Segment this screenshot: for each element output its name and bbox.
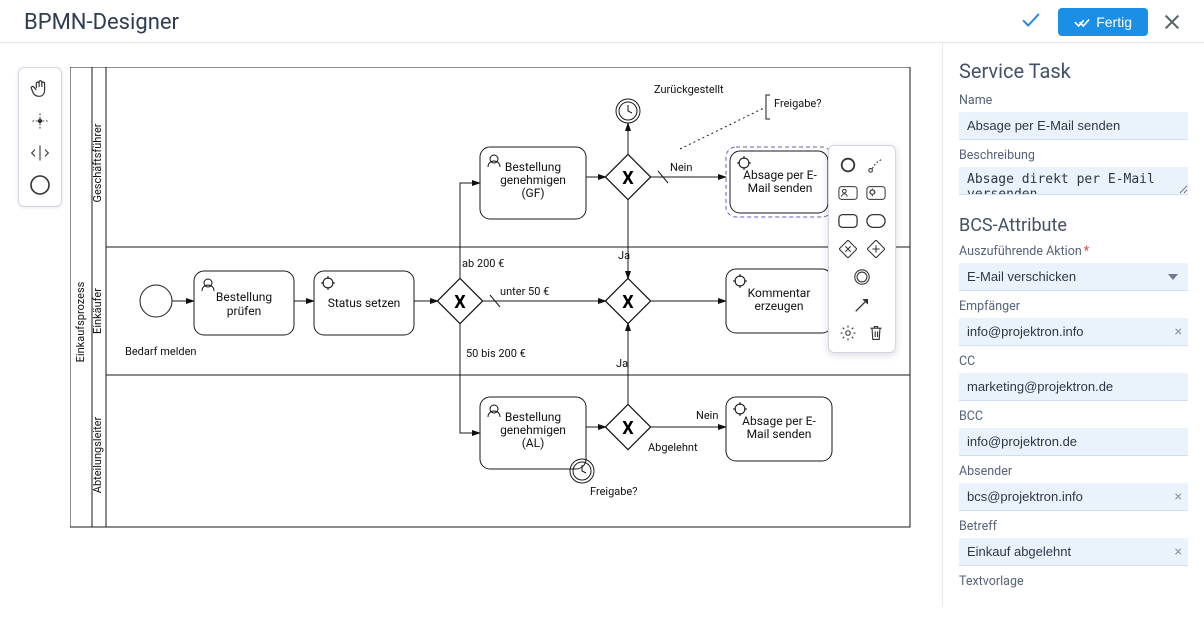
start-event-label: Bedarf melden: [125, 345, 197, 358]
page-title: BPMN-Designer: [24, 10, 179, 35]
desc-label: Beschreibung: [959, 148, 1188, 163]
task-bestellung-pruefen[interactable]: Bestellungprüfen: [194, 271, 294, 335]
pad-trash-icon[interactable]: [865, 322, 887, 344]
close-icon[interactable]: [1164, 14, 1180, 30]
lane-label: Abteilungsleiter: [91, 416, 104, 493]
clear-recipient-icon[interactable]: ×: [1175, 324, 1182, 340]
svg-text:X: X: [454, 292, 466, 313]
annotation-freigabe-al: Freigabe?: [590, 485, 637, 498]
pad-service-task-icon[interactable]: [865, 182, 887, 204]
app-header: BPMN-Designer Fertig: [0, 0, 1204, 43]
pad-task-rounded-icon[interactable]: [837, 210, 859, 232]
sender-label: Absender: [959, 464, 1188, 479]
gateway-amount-split[interactable]: X: [437, 278, 482, 323]
timer-boundary-gf[interactable]: [616, 99, 640, 123]
desc-input[interactable]: [959, 167, 1188, 195]
svg-text:Kommentarerzeugen: Kommentarerzeugen: [748, 286, 811, 313]
recipient-input[interactable]: [959, 318, 1188, 346]
attributes-title: BCS-Attribute: [959, 215, 1188, 236]
pad-wrench-icon[interactable]: [837, 322, 859, 344]
pad-task-square-icon[interactable]: [865, 210, 887, 232]
gateway-merge[interactable]: X: [605, 278, 650, 323]
bcc-input[interactable]: [959, 428, 1188, 456]
pad-arrow-icon[interactable]: [837, 294, 887, 316]
pad-end-event-icon[interactable]: [837, 154, 859, 176]
task-kommentar[interactable]: Kommentarerzeugen: [726, 269, 832, 333]
hand-tool-icon[interactable]: [25, 74, 55, 104]
name-label: Name: [959, 93, 1188, 108]
svg-text:Nein: Nein: [696, 409, 718, 422]
task-absage-gf-selected[interactable]: Absage per E-Mail senden: [726, 147, 832, 217]
done-button[interactable]: Fertig: [1058, 8, 1148, 36]
gateway-al-decision[interactable]: X: [605, 404, 650, 449]
svg-text:X: X: [622, 292, 634, 313]
sender-input[interactable]: [959, 483, 1188, 511]
pad-intermediate-event-icon[interactable]: [837, 266, 887, 288]
clear-subject-icon[interactable]: ×: [1175, 544, 1182, 560]
properties-panel: Service Task Name Beschreibung BCS-Attri…: [942, 43, 1204, 607]
svg-text:unter 50 €: unter 50 €: [500, 285, 549, 298]
diagram-canvas[interactable]: Einkaufsprozess Geschäftsführer Einkäufe…: [0, 43, 942, 607]
pool-label: Einkaufsprozess: [74, 281, 87, 362]
svg-text:Absage per E-Mail senden: Absage per E-Mail senden: [743, 168, 817, 195]
svg-text:Freigabe?: Freigabe?: [774, 97, 821, 110]
bcc-label: BCC: [959, 409, 1188, 424]
cc-input[interactable]: [959, 373, 1188, 401]
svg-text:Absage per E-Mail senden: Absage per E-Mail senden: [742, 414, 816, 441]
bpmn-diagram[interactable]: Einkaufsprozess Geschäftsführer Einkäufe…: [70, 67, 920, 555]
subject-label: Betreff: [959, 519, 1188, 534]
context-pad: [828, 145, 896, 353]
pad-gateway-plus-icon[interactable]: [865, 238, 887, 260]
subject-input[interactable]: [959, 538, 1188, 566]
recipient-label: Empfänger: [959, 299, 1188, 314]
space-tool-icon[interactable]: [25, 138, 55, 168]
task-status-setzen[interactable]: Status setzen: [314, 271, 414, 335]
svg-text:Status setzen: Status setzen: [328, 296, 401, 310]
task-genehmigen-al[interactable]: Bestellunggenehmigen(AL): [480, 397, 586, 469]
pad-gateway-x-icon[interactable]: [837, 238, 859, 260]
svg-text:Abgelehnt: Abgelehnt: [648, 441, 698, 454]
tool-palette: [18, 67, 62, 207]
svg-text:ab 200 €: ab 200 €: [462, 257, 504, 270]
svg-text:Nein: Nein: [670, 161, 692, 174]
action-label: Auszuführende Aktion*: [959, 244, 1188, 259]
start-event-tool-icon[interactable]: [25, 170, 55, 200]
svg-text:Zurückgestellt: Zurückgestellt: [654, 83, 724, 96]
gateway-gf-decision[interactable]: X: [605, 154, 650, 199]
lane-label: Geschäftsführer: [91, 123, 104, 202]
clear-sender-icon[interactable]: ×: [1175, 489, 1182, 505]
task-genehmigen-gf[interactable]: Bestellunggenehmigen(GF): [480, 147, 586, 219]
action-select[interactable]: [959, 263, 1188, 291]
pad-connect-icon[interactable]: [865, 154, 887, 176]
svg-text:X: X: [622, 418, 634, 439]
validate-icon[interactable]: [1020, 9, 1042, 35]
svg-text:50 bis 200 €: 50 bis 200 €: [466, 347, 526, 360]
svg-text:Ja: Ja: [616, 357, 628, 370]
panel-title: Service Task: [959, 59, 1188, 83]
svg-text:Ja: Ja: [618, 249, 630, 262]
start-event[interactable]: [140, 285, 172, 317]
template-label: Textvorlage: [959, 574, 1188, 589]
lane-label: Einkäufer: [91, 288, 104, 334]
pad-user-task-icon[interactable]: [837, 182, 859, 204]
svg-text:X: X: [622, 168, 634, 189]
cc-label: CC: [959, 354, 1188, 369]
name-input[interactable]: [959, 112, 1188, 140]
lasso-tool-icon[interactable]: [25, 106, 55, 136]
task-absage-al[interactable]: Absage per E-Mail senden: [726, 397, 832, 461]
annotation-freigabe-gf[interactable]: Freigabe?: [680, 95, 821, 149]
